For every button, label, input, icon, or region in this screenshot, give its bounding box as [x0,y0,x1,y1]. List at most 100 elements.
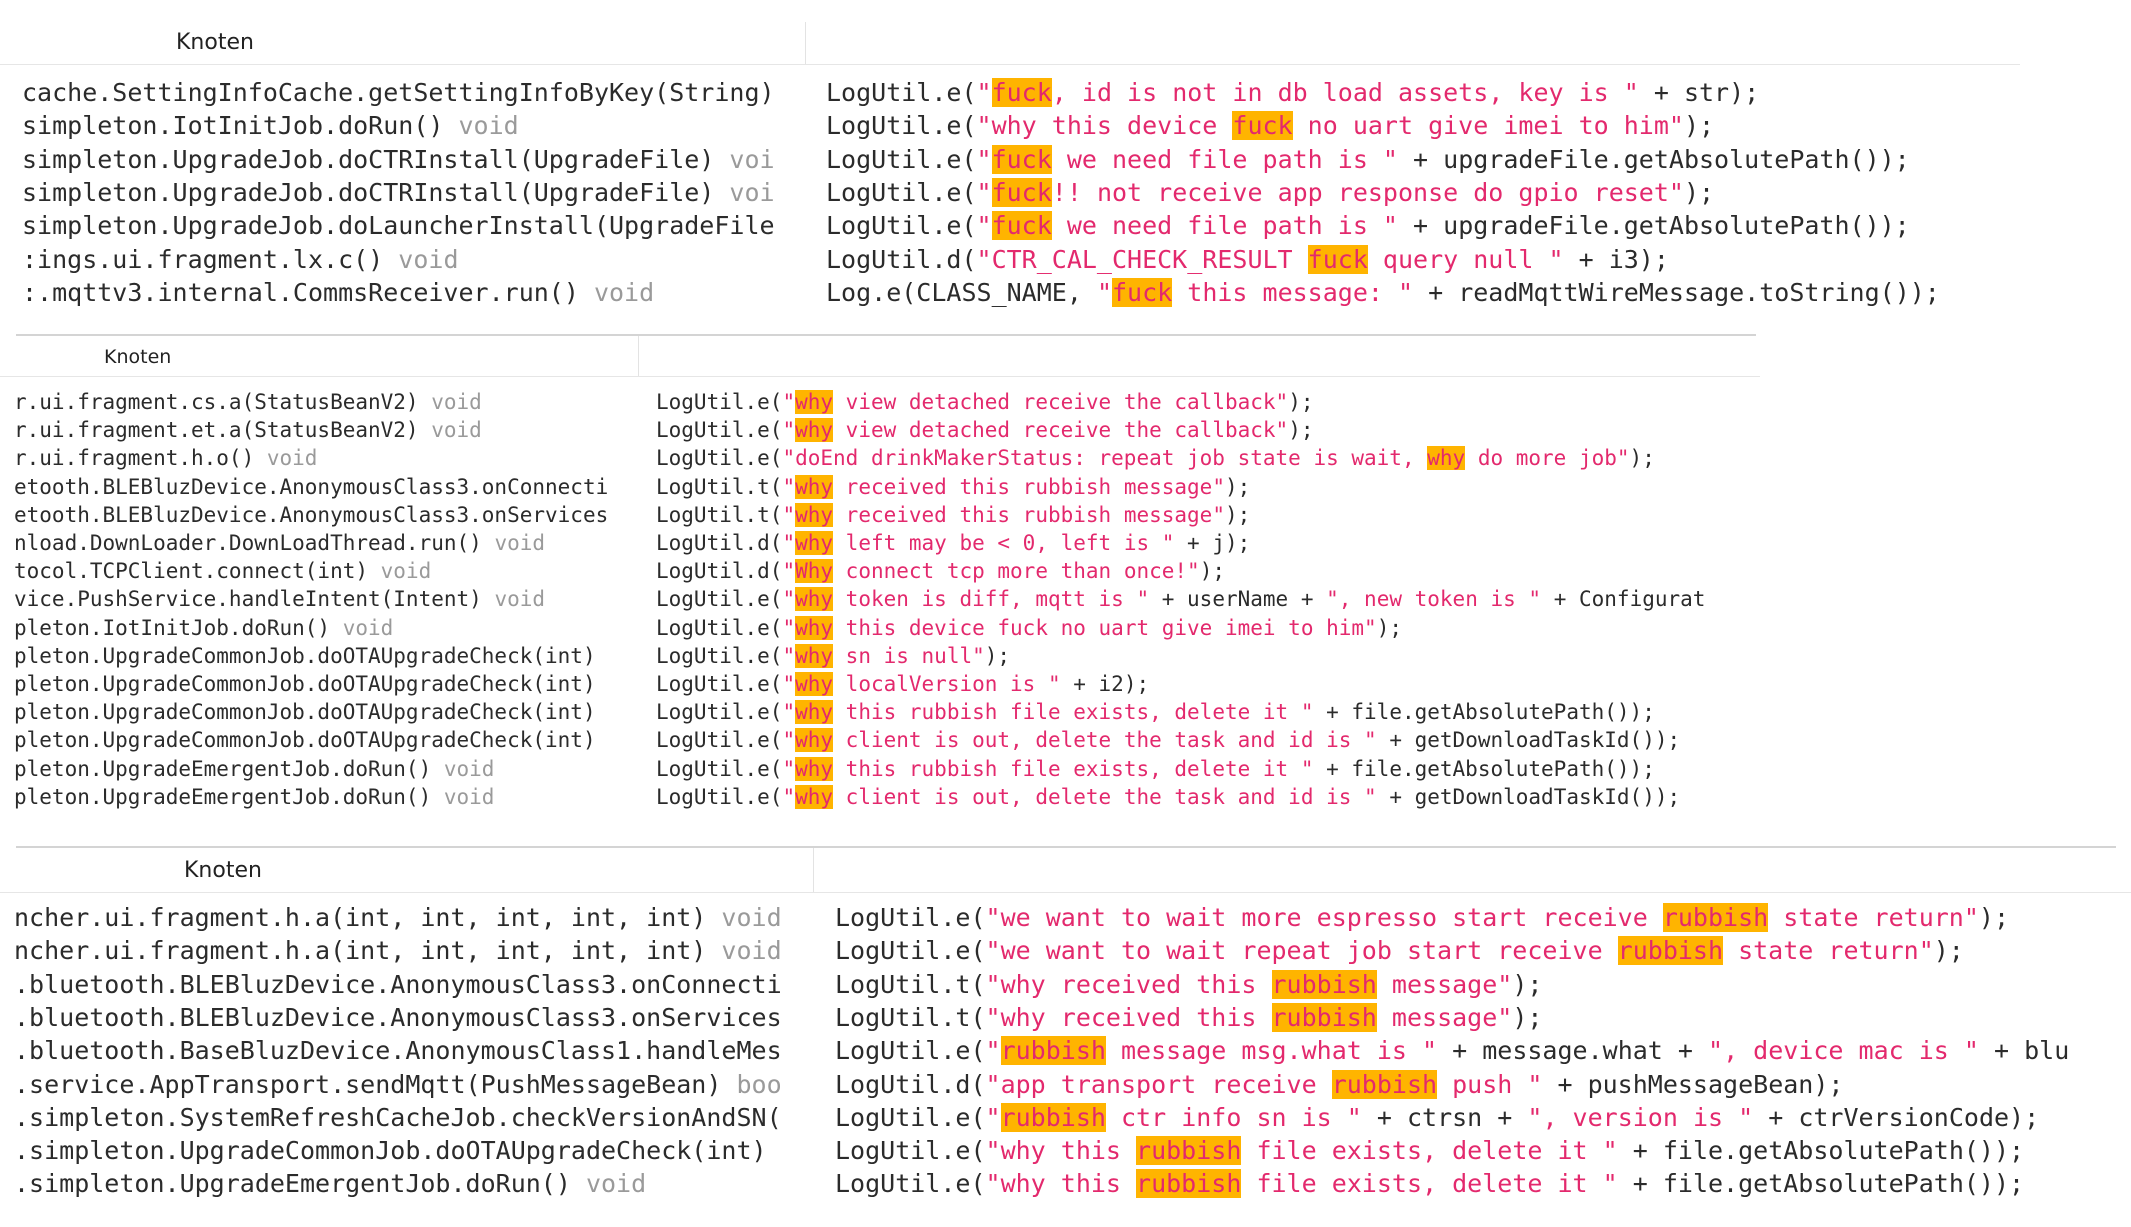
result-row[interactable]: .service.AppTransport.sendMqtt(PushMessa… [0,1069,2131,1103]
method-name: pleton.UpgradeCommonJob.doOTAUpgradeChec… [14,700,596,725]
method-signature: ncher.ui.fragment.h.a(int, int, int, int… [14,903,814,932]
code-token: LogUtil.d( [656,559,783,584]
code-token: LogUtil.t( [835,1002,986,1032]
column-divider[interactable] [805,22,806,64]
result-row[interactable]: pleton.UpgradeEmergentJob.doRun() void Lo… [0,784,1760,813]
string-literal: " [1096,277,1112,307]
result-row[interactable]: :ings.ui.fragment.lx.c() void LogUtil.d("… [0,244,2020,278]
result-row[interactable]: r.ui.fragment.cs.a(StatusBeanV2) void Log… [0,390,1760,418]
code-line: LogUtil.t("why received this rubbish mes… [835,969,1543,999]
result-row[interactable]: ncher.ui.fragment.h.a(int, int, int, int… [0,936,2131,969]
code-line: LogUtil.d("Why connect tcp more than onc… [656,559,1225,584]
code-token: LogUtil.e( [835,1136,986,1166]
method-name: simpleton.UpgradeJob.doLauncherInstall(U… [22,211,775,241]
string-literal: " [976,177,992,207]
string-literal: view detached receive the callback" [833,418,1289,443]
result-row[interactable]: .simpleton.SystemRefreshCacheJob.checkVe… [0,1102,2131,1136]
method-name: etooth.BLEBluzDevice.AnonymousClass3.onC… [14,474,609,499]
method-name: .bluetooth.BLEBluzDevice.AnonymousClass3… [14,969,782,999]
column-divider[interactable] [638,336,639,376]
search-match-highlight: why [795,531,834,555]
string-literal: sn is null" [833,643,985,668]
column-header-node[interactable]: Knoten [184,858,262,883]
column-divider[interactable] [813,848,814,892]
search-match-highlight: why [795,728,834,753]
result-row[interactable]: simpleton.IotInitJob.doRun() void LogUtil… [0,111,2020,144]
result-row[interactable]: .bluetooth.BaseBluzDevice.AnonymousClass… [0,1036,2131,1069]
code-token: + message.what + [1437,1036,1709,1066]
result-row[interactable]: pleton.UpgradeCommonJob.doOTAUpgradeChec… [0,643,1760,672]
method-name: pleton.UpgradeEmergentJob.doRun() [14,756,432,781]
result-row[interactable]: pleton.UpgradeEmergentJob.doRun() void Lo… [0,756,1760,785]
code-token: + userName + [1149,587,1327,612]
method-name: ncher.ui.fragment.h.a(int, int, int, int… [14,903,707,932]
code-line: LogUtil.e("why this rubbish file exists,… [656,756,1655,781]
result-row[interactable]: r.ui.fragment.et.a(StatusBeanV2) void Log… [0,418,1760,446]
result-row[interactable]: r.ui.fragment.h.o() void LogUtil.e("doEnd… [0,446,1760,474]
result-row[interactable]: pleton.UpgradeCommonJob.doOTAUpgradeChec… [0,728,1760,756]
result-row[interactable]: .bluetooth.BLEBluzDevice.AnonymousClass3… [0,969,2131,1003]
code-line: LogUtil.d("app transport receive rubbish… [835,1069,1843,1099]
result-row[interactable]: ncher.ui.fragment.h.a(int, int, int, int… [0,903,2131,936]
code-line: LogUtil.e("why this rubbish file exists,… [835,1169,2025,1199]
string-literal: " [782,474,796,499]
search-match-highlight: rubbish [1000,1036,1106,1066]
string-literal: " [782,418,796,443]
method-signature: tocol.TCPClient.connect(int) void [14,559,638,583]
result-row[interactable]: simpleton.UpgradeJob.doCTRInstall(Upgrad… [0,177,2020,211]
search-match-highlight: fuck [1232,111,1293,141]
search-match-highlight: fuck [1112,277,1173,307]
results-panel-fuck: Knoten cache.SettingInfoCache.getSetting… [0,22,2020,312]
string-literal: " [782,784,796,809]
string-literal: " [782,728,796,753]
code-token: + getDownloadTaskId()); [1376,784,1681,809]
result-row[interactable]: :.mqttv3.internal.CommsReceiver.run() vo… [0,277,2020,311]
string-literal: connect tcp more than once!" [833,559,1200,584]
code-line: LogUtil.e("why this device fuck no uart … [656,615,1402,640]
method-name: nload.DownLoader.DownLoadThread.run() [14,531,482,555]
string-literal: " [782,559,796,584]
result-row[interactable]: .simpleton.UpgradeEmergentJob.doRun() vo… [0,1169,2131,1202]
method-signature: pleton.UpgradeCommonJob.doOTAUpgradeChec… [14,672,638,696]
result-row[interactable]: nload.DownLoader.DownLoadThread.run() vo… [0,531,1760,559]
string-literal: " [782,615,796,640]
string-literal: view detached receive the callback" [833,390,1289,414]
method-signature: .bluetooth.BaseBluzDevice.AnonymousClass… [14,1036,814,1065]
code-token: + blu [1978,1036,2070,1066]
code-token: LogUtil.e( [826,211,977,241]
code-token: + getDownloadTaskId()); [1376,728,1681,753]
result-row[interactable]: pleton.UpgradeCommonJob.doOTAUpgradeChec… [0,700,1760,728]
code-token: ); [1512,969,1543,999]
result-row[interactable]: .simpleton.UpgradeCommonJob.doOTAUpgrade… [0,1136,2131,1169]
method-signature: simpleton.UpgradeJob.doCTRInstall(Upgrad… [22,178,805,207]
result-row[interactable]: pleton.IotInitJob.doRun() void LogUtil.e(… [0,615,1760,644]
result-row[interactable]: tocol.TCPClient.connect(int) void LogUtil… [0,559,1760,587]
result-row[interactable]: .bluetooth.BLEBluzDevice.AnonymousClass3… [0,1002,2131,1036]
result-row[interactable]: etooth.BLEBluzDevice.AnonymousClass3.onS… [0,502,1760,531]
column-header-node[interactable]: Knoten [104,346,171,368]
result-row[interactable]: etooth.BLEBluzDevice.AnonymousClass3.onC… [0,474,1760,503]
column-header-node[interactable]: Knoten [176,30,254,55]
result-row[interactable]: vice.PushService.handleIntent(Intent) vo… [0,587,1760,615]
search-match-highlight: rubbish [1662,903,1769,932]
method-signature: pleton.UpgradeCommonJob.doOTAUpgradeChec… [14,644,638,668]
string-literal: ", version is " [1527,1102,1754,1132]
code-token: LogUtil.e( [826,177,977,207]
code-token: + i2); [1060,672,1150,696]
result-row[interactable]: pleton.UpgradeCommonJob.doOTAUpgradeChec… [0,672,1760,700]
result-row[interactable]: simpleton.UpgradeJob.doCTRInstall(Upgrad… [0,144,2020,178]
code-line: LogUtil.e("fuck, id is not in db load as… [826,78,1759,107]
result-row[interactable]: simpleton.UpgradeJob.doLauncherInstall(U… [0,211,2020,244]
string-literal: "why this device [976,111,1233,141]
code-token: + file.getAbsolutePath()); [1617,1169,2025,1199]
method-name: pleton.UpgradeCommonJob.doOTAUpgradeChec… [14,728,596,753]
code-token: + ctrsn + [1361,1102,1528,1132]
string-literal: do more job" [1465,446,1630,471]
method-name: r.ui.fragment.h.o() [14,446,255,471]
result-row[interactable]: cache.SettingInfoCache.getSettingInfoByK… [0,78,2020,111]
code-token: ); [1224,474,1251,499]
string-literal: , id is not in db load assets, key is " [1051,78,1639,107]
code-token: ); [1933,936,1964,966]
string-literal: " [782,587,796,612]
method-name: .service.AppTransport.sendMqtt(PushMessa… [14,1069,722,1099]
